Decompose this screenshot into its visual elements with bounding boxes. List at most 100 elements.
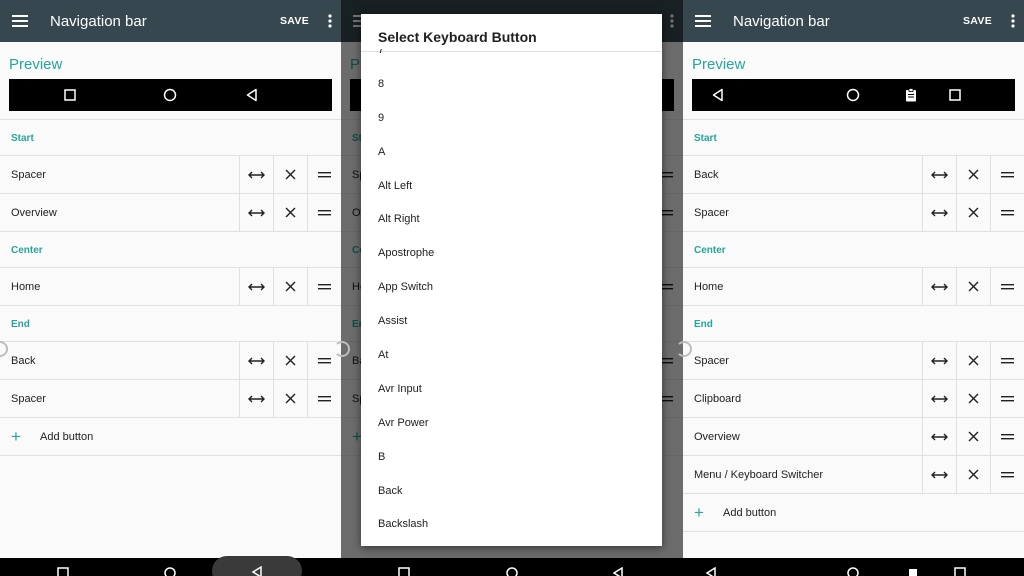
close-icon[interactable]: [956, 455, 990, 494]
keyboard-button-option[interactable]: App Switch: [361, 270, 662, 304]
button-list: Start Spacer Overview Center Home End Back Spac…: [0, 119, 341, 456]
list-item: Clipboard: [683, 379, 1024, 418]
system-navigation-bar: [0, 558, 1024, 576]
drag-handle-icon[interactable]: [990, 193, 1024, 232]
keyboard-button-option[interactable]: Apostrophe: [361, 236, 662, 270]
drag-handle-icon[interactable]: [307, 267, 341, 306]
keyboard-button-list[interactable]: 7 8 9 A Alt Left Alt Right Apostrophe App Switc…: [361, 49, 662, 546]
clipboard-icon[interactable]: [907, 567, 919, 576]
save-button[interactable]: SAVE: [280, 15, 309, 27]
drag-handle-icon[interactable]: [990, 379, 1024, 418]
resize-arrows-icon[interactable]: [239, 193, 273, 232]
keyboard-button-option[interactable]: Avr Input: [361, 372, 662, 406]
button-label: Clipboard: [694, 392, 742, 405]
close-icon[interactable]: [273, 379, 307, 418]
drag-handle-icon[interactable]: [990, 267, 1024, 306]
recents-icon[interactable]: [954, 567, 966, 576]
resize-arrows-icon[interactable]: [922, 417, 956, 456]
circle-icon: [846, 88, 860, 102]
right-panel: Navigation bar SAVE Preview Start Back Spa…: [683, 0, 1024, 576]
keyboard-button-option[interactable]: A: [361, 135, 662, 169]
keyboard-button-option[interactable]: Avr Power: [361, 406, 662, 440]
drag-handle-icon[interactable]: [307, 379, 341, 418]
more-options-icon[interactable]: [319, 0, 341, 42]
close-icon[interactable]: [273, 155, 307, 194]
keyboard-button-option[interactable]: 9: [361, 101, 662, 135]
add-button[interactable]: + Add button: [683, 494, 1024, 532]
recents-icon[interactable]: [57, 567, 69, 576]
button-label: Spacer: [694, 206, 729, 219]
resize-arrows-icon[interactable]: [922, 379, 956, 418]
resize-arrows-icon[interactable]: [922, 155, 956, 194]
section-header-center: Center: [683, 232, 1024, 268]
button-label: Overview: [694, 430, 740, 443]
drag-handle-icon[interactable]: [307, 155, 341, 194]
close-icon[interactable]: [273, 341, 307, 380]
triangle-back-icon: [246, 88, 257, 102]
resize-arrows-icon[interactable]: [239, 341, 273, 380]
drag-handle-icon[interactable]: [307, 193, 341, 232]
resize-arrows-icon[interactable]: [239, 267, 273, 306]
keyboard-button-option[interactable]: Alt Left: [361, 169, 662, 203]
close-icon[interactable]: [956, 267, 990, 306]
close-icon[interactable]: [273, 193, 307, 232]
section-header-end: End: [0, 306, 341, 342]
resize-arrows-icon[interactable]: [922, 455, 956, 494]
button-label: Back: [694, 168, 719, 181]
preview-bar: [9, 79, 332, 111]
list-item: Overview: [683, 417, 1024, 456]
preview-label: Preview: [9, 56, 63, 73]
home-icon[interactable]: [506, 567, 518, 576]
keyboard-button-option[interactable]: 7: [361, 49, 662, 67]
close-icon[interactable]: [956, 417, 990, 456]
button-list: Start Back Spacer Center Home End Spacer Clipbo…: [683, 119, 1024, 532]
keyboard-button-option[interactable]: B: [361, 440, 662, 474]
close-icon[interactable]: [273, 267, 307, 306]
menu-icon[interactable]: [683, 0, 723, 42]
button-label: Overview: [11, 206, 57, 219]
close-icon[interactable]: [956, 155, 990, 194]
home-icon[interactable]: [847, 567, 859, 576]
more-options-icon[interactable]: [1002, 0, 1024, 42]
resize-arrows-icon[interactable]: [922, 341, 956, 380]
add-button-label: Add button: [723, 506, 777, 519]
button-label: Spacer: [11, 168, 46, 181]
list-item: Menu / Keyboard Switcher: [683, 455, 1024, 494]
section-header-end: End: [683, 306, 1024, 342]
square-icon: [949, 89, 961, 101]
close-icon[interactable]: [956, 341, 990, 380]
pressed-back-button[interactable]: [212, 556, 302, 576]
recents-icon[interactable]: [398, 567, 410, 576]
add-button[interactable]: + Add button: [0, 418, 341, 456]
keyboard-button-option[interactable]: 8: [361, 67, 662, 101]
save-button[interactable]: SAVE: [963, 15, 992, 27]
drag-handle-icon[interactable]: [990, 455, 1024, 494]
list-item: Home: [0, 267, 341, 306]
dialog-title: Select Keyboard Button: [361, 14, 662, 52]
section-header-center: Center: [0, 232, 341, 268]
resize-arrows-icon[interactable]: [922, 267, 956, 306]
list-item: Spacer: [683, 193, 1024, 232]
clipboard-icon: [906, 88, 916, 102]
drag-handle-icon[interactable]: [990, 155, 1024, 194]
keyboard-button-option[interactable]: At: [361, 338, 662, 372]
close-icon[interactable]: [956, 379, 990, 418]
app-bar: Navigation bar SAVE: [683, 0, 1024, 42]
menu-icon[interactable]: [0, 0, 40, 42]
keyboard-button-option[interactable]: Assist: [361, 304, 662, 338]
list-item: Home: [683, 267, 1024, 306]
resize-arrows-icon[interactable]: [922, 193, 956, 232]
resize-arrows-icon[interactable]: [239, 379, 273, 418]
left-panel: Navigation bar SAVE Preview Start Spacer O…: [0, 0, 341, 576]
app-bar: Navigation bar SAVE: [0, 0, 341, 42]
keyboard-button-option[interactable]: Alt Right: [361, 202, 662, 236]
close-icon[interactable]: [956, 193, 990, 232]
drag-handle-icon[interactable]: [990, 417, 1024, 456]
back-icon[interactable]: [705, 567, 717, 576]
resize-arrows-icon[interactable]: [239, 155, 273, 194]
back-icon[interactable]: [612, 567, 624, 576]
keyboard-button-option[interactable]: Backslash: [361, 507, 662, 541]
drag-handle-icon[interactable]: [990, 341, 1024, 380]
keyboard-button-option[interactable]: Back: [361, 474, 662, 508]
home-icon[interactable]: [164, 567, 176, 576]
